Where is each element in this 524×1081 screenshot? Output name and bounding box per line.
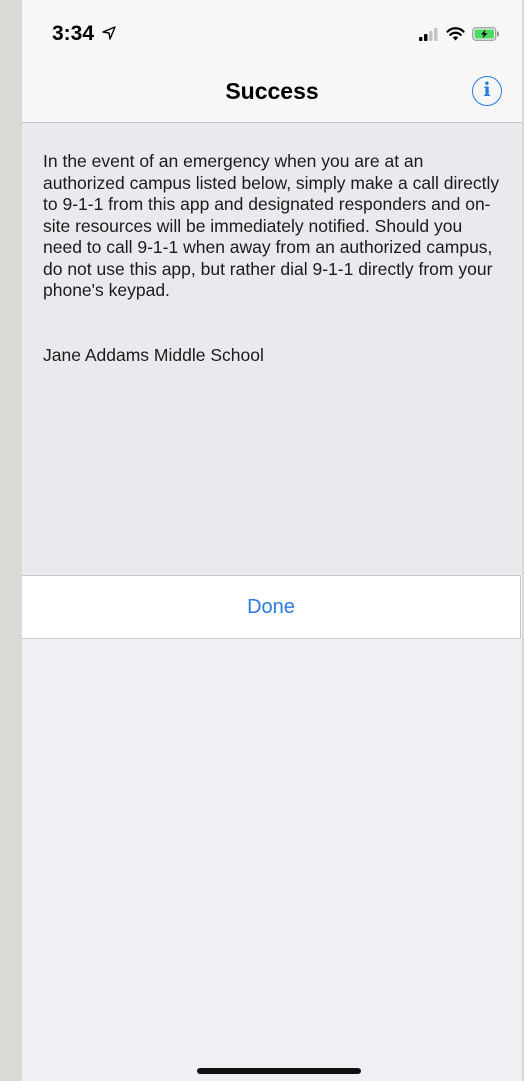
- status-time: 3:34: [52, 22, 95, 45]
- cellular-signal-icon: [419, 27, 438, 41]
- navigation-bar: Success i: [22, 62, 522, 123]
- done-button[interactable]: Done: [22, 576, 520, 638]
- battery-charging-icon: [472, 27, 499, 41]
- wifi-icon: [446, 27, 465, 41]
- home-indicator[interactable]: [197, 1068, 361, 1074]
- message-section: In the event of an emergency when you ar…: [22, 123, 522, 575]
- location-arrow-icon: [102, 26, 116, 40]
- emergency-instructions-text: In the event of an emergency when you ar…: [43, 151, 500, 300]
- status-bar: 3:34: [22, 0, 522, 62]
- phone-screen: 3:34 Success i In the event of an emerge…: [22, 0, 522, 1081]
- done-row: Done: [22, 575, 521, 639]
- info-glyph: i: [483, 79, 491, 101]
- status-indicators: [419, 25, 500, 43]
- page-title: Success: [225, 78, 319, 104]
- empty-background: [22, 639, 522, 1081]
- info-icon[interactable]: i: [472, 76, 502, 106]
- campus-name: Jane Addams Middle School: [43, 345, 264, 365]
